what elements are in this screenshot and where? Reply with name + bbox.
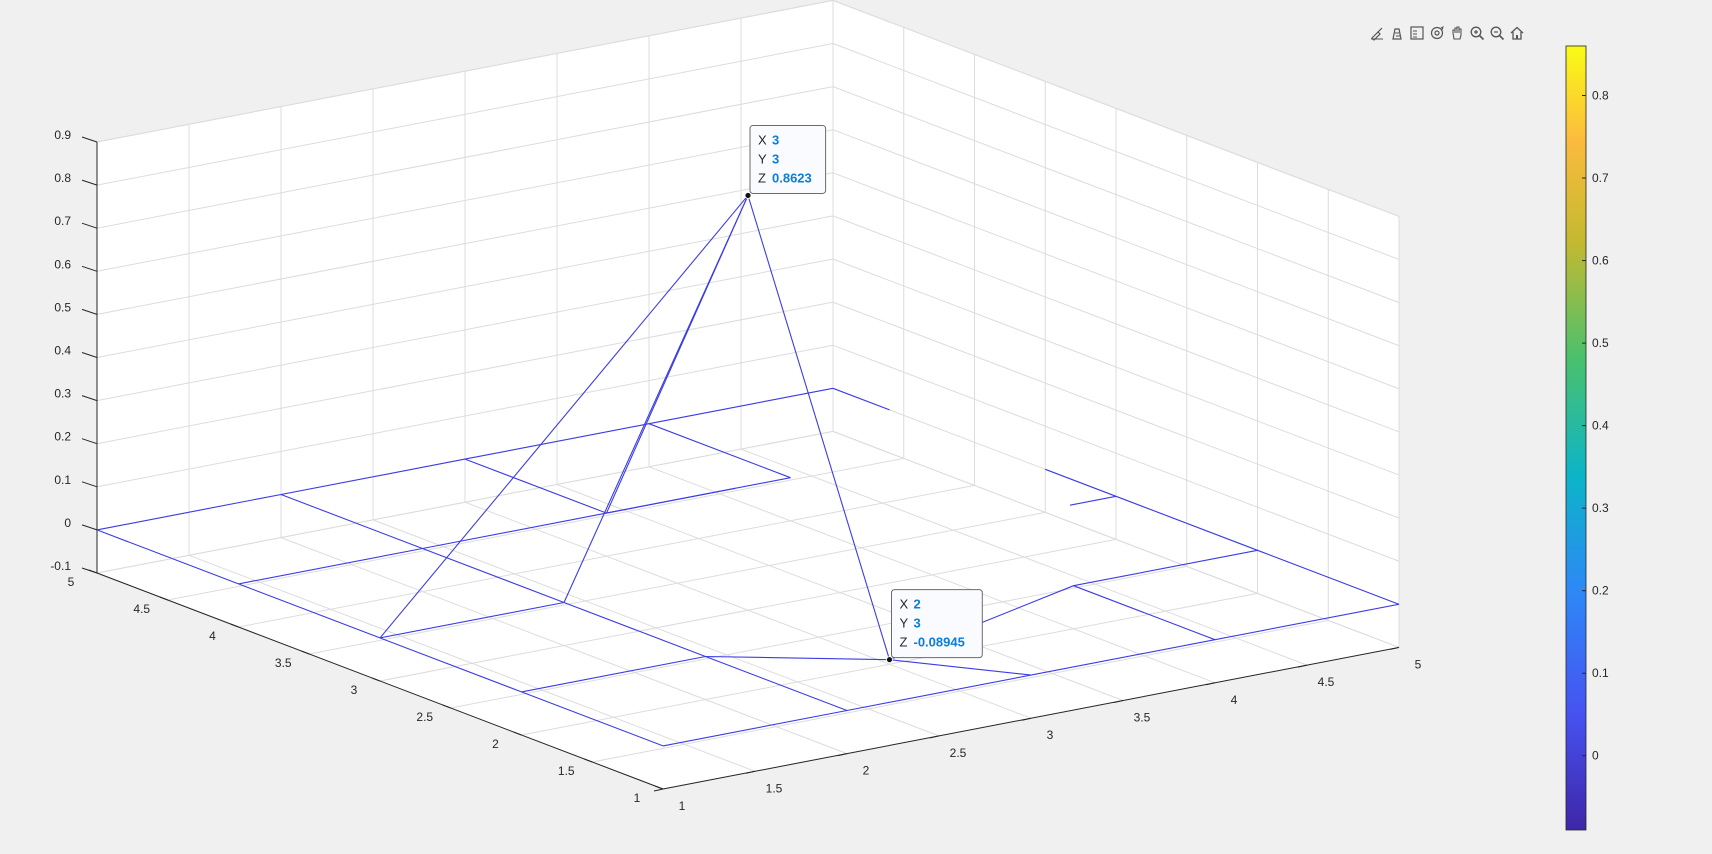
colorbar-tick-label: 0.1 — [1592, 666, 1609, 680]
datatip-marker — [744, 192, 752, 199]
z-tick-label: 0.6 — [54, 257, 71, 271]
datatip-axis-label: Y — [758, 151, 767, 166]
mesh-plot[interactable]: 11.522.533.544.5511.522.533.544.55-0.100… — [0, 0, 1712, 854]
z-tick-mark — [81, 567, 98, 574]
z-tick-mark — [81, 308, 98, 315]
colorbar-tick-label: 0.7 — [1592, 171, 1609, 185]
z-tick-label: 0.2 — [54, 430, 71, 444]
colorbar-tick-label: 0.2 — [1592, 584, 1609, 598]
z-tick-mark — [81, 265, 98, 272]
z-tick-label: 0.5 — [54, 300, 71, 314]
z-tick-label: -0.1 — [50, 559, 71, 573]
y-tick-label: 1 — [679, 799, 686, 813]
y-tick-label: 4.5 — [1318, 675, 1335, 689]
colorbar[interactable]: 0 0.1 0.2 0.3 0.4 0.5 0.6 0.7 0.8 — [1565, 45, 1609, 831]
z-tick-mark — [81, 438, 98, 445]
x-tick-label: 2 — [492, 737, 499, 751]
datatip[interactable]: X 2Y 3Z -0.08945 — [886, 589, 983, 664]
colorbar-tick-label: 0.6 — [1592, 254, 1609, 268]
datatip[interactable]: X 3Y 3Z 0.8623 — [744, 124, 827, 199]
datatip-axis-label: Z — [758, 170, 766, 185]
x-tick-label: 1.5 — [558, 764, 575, 778]
x-tick-label: 2.5 — [416, 710, 433, 724]
colorbar-gradient — [1565, 45, 1587, 831]
x-tick-label: 5 — [68, 575, 75, 589]
z-tick-mark — [81, 524, 98, 531]
datatip-axis-label: X — [758, 132, 767, 147]
z-tick-mark — [81, 136, 98, 143]
x-tick-label: 4.5 — [133, 602, 150, 616]
z-tick-mark — [81, 352, 98, 358]
y-tick-label: 5 — [1415, 657, 1422, 671]
x-tick-label: 3 — [351, 683, 358, 697]
datatip-value: 2 — [914, 597, 921, 612]
colorbar-tick-label: 0.8 — [1592, 89, 1609, 103]
datatip-value: 3 — [914, 616, 921, 631]
x-tick-label: 1 — [634, 791, 641, 805]
y-tick-label: 3.5 — [1134, 711, 1151, 725]
z-tick-label: 0.4 — [54, 344, 71, 358]
datatip-value: 0.8623 — [772, 170, 812, 185]
z-tick-label: 0.7 — [54, 214, 71, 228]
y-tick-label: 3 — [1047, 728, 1054, 742]
x-tick-label: 4 — [209, 629, 216, 643]
z-tick-label: 0.1 — [54, 473, 71, 487]
y-tick-label: 2 — [863, 764, 870, 778]
colorbar-tick-label: 0.3 — [1592, 501, 1609, 515]
z-tick-mark — [81, 481, 98, 488]
datatip-axis-label: Z — [900, 635, 908, 650]
datatip-value: 3 — [772, 151, 779, 166]
y-tick-label: 4 — [1231, 693, 1238, 707]
x-tick-label: 3.5 — [275, 656, 292, 670]
z-tick-label: 0 — [64, 516, 71, 530]
z-tick-mark — [81, 395, 98, 402]
datatip-axis-label: X — [900, 597, 909, 612]
z-tick-mark — [81, 179, 98, 186]
y-tick-label: 1.5 — [766, 781, 783, 795]
z-tick-label: 0.9 — [54, 128, 71, 142]
datatip-axis-label: Y — [900, 616, 909, 631]
colorbar-tick-label: 0.5 — [1592, 336, 1609, 350]
z-tick-mark — [81, 222, 98, 229]
y-tick-label: 2.5 — [950, 746, 967, 760]
colorbar-tick-label: 0.4 — [1592, 419, 1609, 433]
colorbar-tick-label: 0 — [1592, 749, 1599, 763]
axes-panes — [97, 0, 1399, 789]
datatip-value: 3 — [772, 132, 779, 147]
z-tick-label: 0.3 — [54, 387, 71, 401]
datatip-marker — [886, 656, 893, 664]
y-tick-mark — [653, 788, 664, 792]
datatip-value: -0.08945 — [914, 635, 965, 650]
z-tick-label: 0.8 — [54, 171, 71, 185]
